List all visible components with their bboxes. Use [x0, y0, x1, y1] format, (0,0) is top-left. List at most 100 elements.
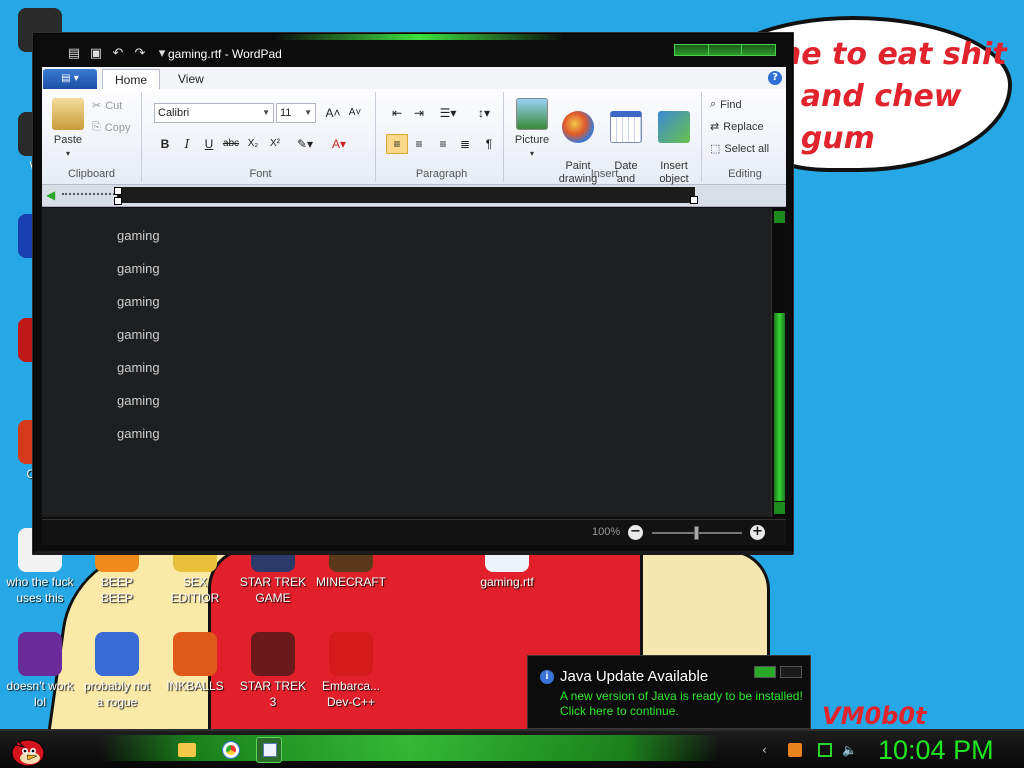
- quick-access-toolbar: ▤ ▣ ↶ ↷ ▾: [66, 46, 170, 62]
- scroll-down-button[interactable]: [774, 502, 785, 514]
- picture-icon: [516, 98, 548, 130]
- justify-icon[interactable]: ≣: [454, 134, 476, 154]
- status-bar: 100% − +: [42, 519, 786, 545]
- maximize-button[interactable]: [708, 45, 743, 55]
- font-size-select[interactable]: 11 ▼: [276, 103, 316, 123]
- explorer-icon[interactable]: [174, 737, 200, 763]
- zoom-in-button[interactable]: +: [750, 525, 765, 540]
- minimize-button[interactable]: [675, 45, 709, 55]
- select-all-label: Select all: [724, 142, 770, 155]
- replace-button[interactable]: ⇄ Replace: [710, 120, 764, 134]
- ribbon: Paste ▾ ✂ Cut ⎘ Copy Clipboard Calibri ▼…: [42, 89, 786, 198]
- bullets-list-icon[interactable]: ☰▾: [432, 103, 464, 123]
- network-icon[interactable]: [818, 743, 832, 757]
- wordpad-icon[interactable]: [256, 737, 282, 763]
- first-line-indent-marker[interactable]: [114, 187, 122, 195]
- redo-icon[interactable]: ↷: [132, 46, 148, 62]
- superscript-button[interactable]: X²: [264, 134, 286, 154]
- align-center-icon[interactable]: ≡: [408, 134, 430, 154]
- desktop-icon-yahoo[interactable]: doesn't work lol: [0, 632, 80, 710]
- close-button[interactable]: [742, 45, 776, 55]
- paste-button[interactable]: Paste ▾: [46, 98, 90, 160]
- chevron-down-icon: ▼: [262, 108, 270, 117]
- folder-icon: [178, 743, 196, 757]
- yahoo-icon: [18, 632, 62, 676]
- inkballs-icon: [173, 632, 217, 676]
- help-icon[interactable]: ?: [768, 71, 782, 85]
- font-group: Calibri ▼ 11 ▼ A˄ A˅ B I U abc X₂ X² ✎▾ …: [146, 92, 376, 182]
- font-family-value: Calibri: [158, 107, 190, 119]
- bold-button[interactable]: B: [154, 134, 176, 154]
- date-time-button[interactable]: Date and time: [604, 98, 648, 199]
- start-button[interactable]: [8, 733, 48, 768]
- tab-view[interactable]: View: [166, 69, 216, 89]
- grow-font-button[interactable]: A˄: [322, 103, 344, 123]
- volume-icon[interactable]: 🔈: [842, 743, 857, 757]
- binoculars-icon: ⌕: [710, 98, 717, 110]
- strikethrough-button[interactable]: abc: [220, 134, 242, 154]
- document-area[interactable]: gaming gaming gaming gaming gaming gaming gami…: [42, 208, 771, 517]
- chrome-logo-icon: [222, 741, 240, 759]
- application-menu-button[interactable]: ▤ ▾: [43, 69, 97, 89]
- copy-button[interactable]: ⎘ Copy: [92, 121, 131, 134]
- java-tray-icon[interactable]: [788, 743, 802, 757]
- subscript-button[interactable]: X₂: [242, 134, 264, 154]
- select-all-button[interactable]: ⬚ Select all: [710, 142, 770, 156]
- title-bar[interactable]: ▤ ▣ ↶ ↷ ▾ gaming.rtf - WordPad: [34, 34, 792, 68]
- align-right-icon[interactable]: ≡: [432, 134, 454, 154]
- document-line: gaming: [117, 360, 160, 375]
- scrollbar-thumb[interactable]: [774, 313, 785, 501]
- increase-indent-icon[interactable]: ⇥: [408, 103, 430, 123]
- java-update-notification[interactable]: i Java Update Available A new version of…: [527, 655, 811, 729]
- undo-icon[interactable]: ↶: [110, 46, 126, 62]
- find-button[interactable]: ⌕ Find: [710, 98, 742, 111]
- vertical-scrollbar[interactable]: [771, 208, 786, 517]
- desktop-icon-label: SEX EDITIOR: [170, 575, 220, 605]
- ribbon-tab-row: ▤ ▾ Home View ?: [42, 67, 786, 89]
- scroll-up-button[interactable]: [774, 211, 785, 223]
- clock[interactable]: 10:04 PM: [878, 735, 994, 766]
- notification-option-button[interactable]: [754, 666, 776, 678]
- cut-label: Cut: [105, 99, 123, 112]
- ruler-text-area: [117, 187, 695, 203]
- editing-group: ⌕ Find ⇄ Replace ⬚ Select all Editing: [706, 92, 784, 182]
- desktop-icon-rogue[interactable]: probably not a rogue: [77, 632, 157, 710]
- text-color-button[interactable]: A▾: [324, 134, 354, 154]
- italic-button[interactable]: I: [176, 134, 198, 154]
- chrome-icon[interactable]: [218, 737, 244, 763]
- tab-home[interactable]: Home: [102, 69, 161, 89]
- picture-button[interactable]: Picture ▾: [510, 98, 554, 160]
- picture-label: Picture: [514, 134, 550, 146]
- shrink-font-button[interactable]: A˅: [344, 103, 366, 123]
- window-controls: [674, 44, 776, 56]
- editing-group-label: Editing: [728, 168, 762, 180]
- tray-expand-icon[interactable]: ‹: [762, 743, 776, 757]
- decrease-indent-icon[interactable]: ⇤: [386, 103, 408, 123]
- left-indent-marker[interactable]: [114, 197, 122, 205]
- document-line: gaming: [117, 294, 160, 309]
- desktop-icon-label: doesn't work lol: [6, 679, 74, 709]
- desktop-icon-label: INKBALLS: [166, 679, 224, 693]
- underline-button[interactable]: U: [198, 134, 220, 154]
- replace-icon: ⇄: [710, 121, 720, 133]
- desktop-icon-star-trek-3[interactable]: STAR TREK 3: [233, 632, 313, 710]
- desktop-icon-devcpp[interactable]: Embarca... Dev-C++: [311, 632, 391, 710]
- align-left-icon[interactable]: ≡: [386, 134, 408, 154]
- ruler[interactable]: ◀: [42, 185, 786, 207]
- replace-label: Replace: [723, 120, 764, 133]
- desktop-icon-inkballs[interactable]: INKBALLS: [155, 632, 235, 694]
- paragraph-settings-icon[interactable]: ¶: [478, 134, 500, 154]
- wordpad-window[interactable]: ▤ ▣ ↶ ↷ ▾ gaming.rtf - WordPad ▤ ▾ Home …: [33, 33, 793, 555]
- clipboard-group: Paste ▾ ✂ Cut ⎘ Copy Clipboard: [42, 92, 142, 182]
- picture-dropdown-icon: ▾: [529, 149, 534, 158]
- highlight-color-button[interactable]: ✎▾: [290, 134, 320, 154]
- cut-button[interactable]: ✂ Cut: [92, 99, 123, 113]
- zoom-slider-thumb[interactable]: [694, 526, 699, 540]
- right-indent-marker[interactable]: [690, 196, 698, 204]
- zoom-out-button[interactable]: −: [628, 525, 643, 540]
- line-spacing-icon[interactable]: ↕▾: [468, 103, 500, 123]
- font-family-select[interactable]: Calibri ▼: [154, 103, 274, 123]
- notification-message[interactable]: A new version of Java is ready to be ins…: [560, 689, 804, 719]
- save-icon[interactable]: ▣: [88, 46, 104, 62]
- notification-close-button[interactable]: [780, 666, 802, 678]
